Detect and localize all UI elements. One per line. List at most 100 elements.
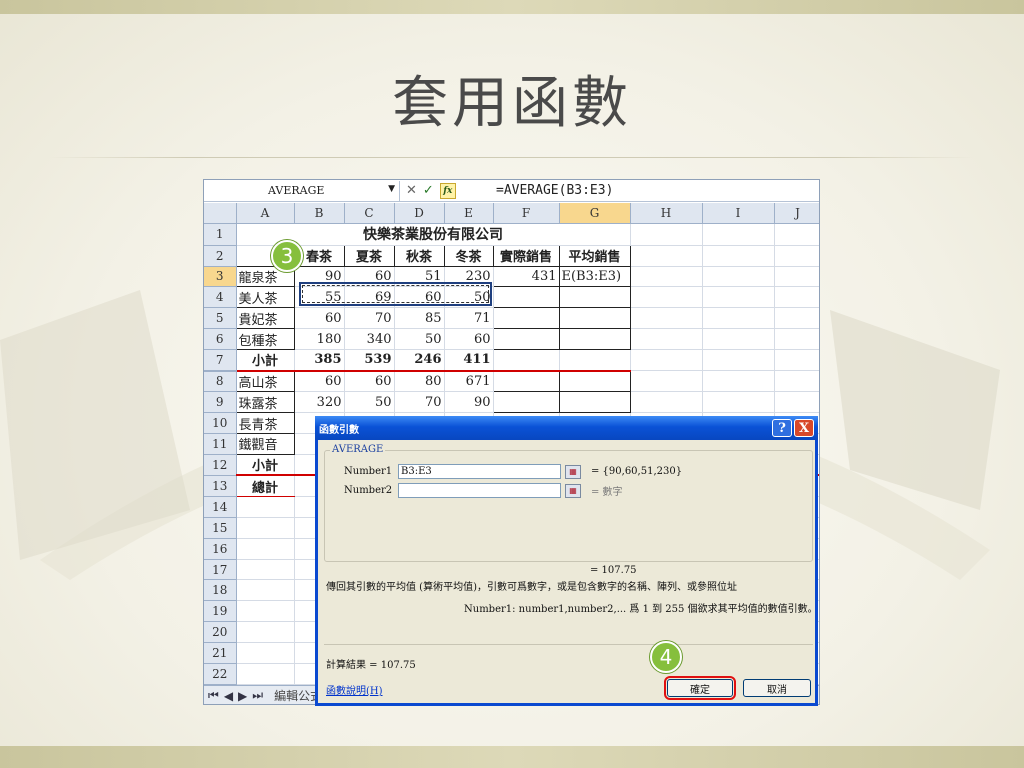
cell[interactable] [774, 328, 819, 351]
row-header[interactable]: 3 [204, 266, 237, 288]
cell[interactable] [558, 307, 631, 330]
cell[interactable]: 60 [294, 370, 345, 393]
cell[interactable]: 美人茶 [235, 286, 295, 309]
cell[interactable] [559, 349, 631, 372]
cell[interactable]: 長青茶 [235, 412, 295, 434]
insert-function-icon[interactable]: fx [439, 182, 456, 199]
column-header[interactable]: C [344, 203, 395, 225]
column-header[interactable]: D [394, 203, 445, 225]
cell[interactable]: 平均銷售 [558, 244, 631, 267]
row-header[interactable]: 13 [204, 475, 237, 497]
cell[interactable]: 671 [444, 370, 494, 393]
name-box[interactable]: AVERAGE ▼ [204, 180, 400, 201]
cell[interactable]: 340 [344, 328, 395, 351]
row-header[interactable]: 14 [204, 496, 237, 518]
row-header[interactable]: 6 [204, 328, 237, 351]
cell[interactable]: 冬茶 [443, 244, 494, 267]
cell[interactable]: 90 [444, 391, 494, 414]
row-header[interactable]: 15 [204, 517, 237, 539]
column-header[interactable]: B [294, 203, 345, 225]
cell[interactable]: 50 [344, 391, 395, 414]
cell[interactable] [492, 391, 560, 414]
cell[interactable] [558, 286, 631, 309]
ok-button[interactable]: 確定 [664, 676, 736, 700]
enter-formula-icon[interactable]: ✓ [423, 183, 434, 198]
cell[interactable] [492, 370, 560, 393]
cell[interactable]: 246 [394, 349, 445, 372]
arg1-input[interactable]: B3:E3 [398, 464, 561, 479]
last-sheet-icon[interactable]: ⏭ [252, 688, 263, 703]
cell[interactable] [558, 391, 631, 414]
cell[interactable]: 385 [294, 349, 345, 372]
formula-input[interactable]: =AVERAGE(B3:E3) [490, 183, 613, 198]
cell[interactable]: 小計 [236, 349, 295, 372]
cell[interactable]: 包種茶 [235, 328, 295, 351]
cell[interactable] [630, 370, 703, 393]
cell[interactable] [630, 266, 703, 288]
cell[interactable] [702, 223, 775, 246]
cell[interactable] [774, 391, 819, 414]
column-header[interactable]: J [774, 203, 819, 225]
cell[interactable] [236, 559, 295, 581]
cell[interactable] [630, 223, 703, 246]
cell[interactable] [774, 370, 819, 393]
row-header[interactable]: 18 [204, 579, 237, 602]
cell[interactable] [492, 307, 560, 330]
cell[interactable] [702, 286, 775, 309]
cell[interactable]: 71 [444, 307, 494, 330]
cell[interactable]: 60 [294, 307, 345, 330]
next-sheet-icon[interactable]: ▶ [238, 689, 247, 703]
cell[interactable] [702, 266, 775, 288]
cell[interactable]: 50 [394, 328, 445, 351]
row-header[interactable]: 10 [204, 412, 237, 434]
row-header[interactable]: 16 [204, 538, 237, 560]
cell[interactable]: 貴妃茶 [235, 307, 295, 330]
cell[interactable] [236, 517, 295, 539]
cell[interactable] [630, 328, 703, 351]
cell[interactable] [702, 307, 775, 330]
column-header[interactable]: A [236, 203, 295, 225]
cancel-formula-icon[interactable]: ✕ [406, 183, 417, 198]
cell[interactable]: 鐵觀音 [235, 432, 295, 455]
cell[interactable]: 實際銷售 [492, 244, 560, 267]
cell[interactable] [702, 245, 775, 267]
cell[interactable]: 60 [444, 328, 494, 351]
cell[interactable]: 85 [394, 307, 445, 330]
cancel-button[interactable]: 取消 [743, 679, 811, 697]
cell[interactable] [702, 391, 775, 414]
cell[interactable]: 539 [344, 349, 395, 372]
cell[interactable] [236, 579, 295, 602]
cell[interactable] [774, 223, 819, 246]
cell[interactable]: 秋茶 [393, 244, 445, 267]
column-header[interactable]: I [702, 203, 775, 225]
cell[interactable] [702, 328, 775, 351]
cell[interactable] [493, 349, 560, 372]
column-header[interactable]: H [630, 203, 703, 225]
select-all-corner[interactable] [204, 203, 237, 225]
column-header[interactable]: F [493, 203, 560, 225]
cell[interactable] [630, 245, 703, 267]
cell[interactable] [236, 600, 295, 623]
cell[interactable] [702, 370, 775, 393]
cell[interactable]: 夏茶 [343, 244, 395, 267]
cell[interactable] [236, 496, 295, 518]
cell[interactable]: 總計 [236, 475, 295, 497]
row-header[interactable]: 21 [204, 642, 237, 664]
cell[interactable]: 珠露茶 [235, 391, 295, 414]
cell[interactable]: 431 [492, 265, 560, 288]
column-header[interactable]: G [559, 203, 631, 225]
row-header[interactable]: 4 [204, 286, 237, 309]
close-button[interactable]: X [794, 419, 814, 437]
cell[interactable] [236, 642, 295, 664]
cell[interactable] [774, 245, 819, 267]
chevron-down-icon[interactable]: ▼ [388, 184, 395, 194]
row-header[interactable]: 19 [204, 600, 237, 623]
cell[interactable] [558, 370, 631, 393]
cell[interactable] [774, 307, 819, 330]
row-header[interactable]: 11 [204, 433, 237, 455]
row-header[interactable]: 5 [204, 307, 237, 330]
first-sheet-icon[interactable]: ⏮ [208, 688, 219, 703]
cell[interactable] [630, 391, 703, 414]
cell[interactable] [492, 328, 560, 351]
cell[interactable] [630, 307, 703, 330]
